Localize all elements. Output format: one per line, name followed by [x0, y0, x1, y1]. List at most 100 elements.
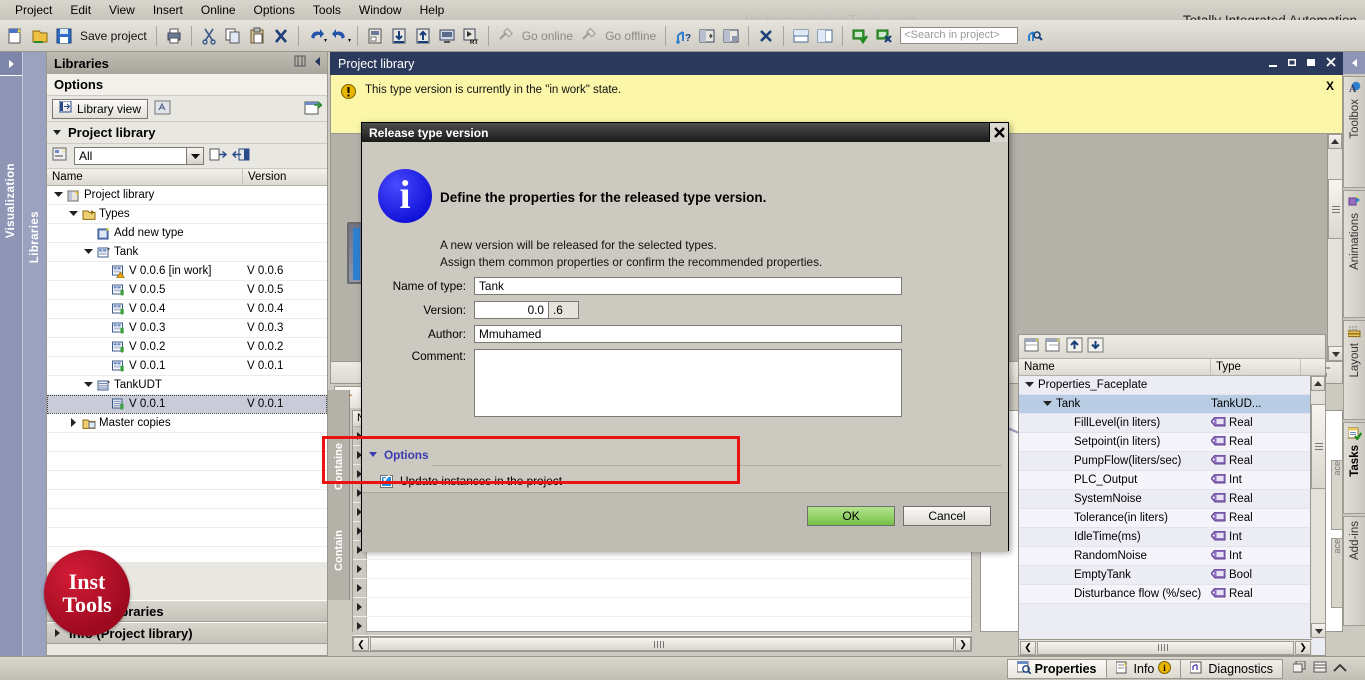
apply-filter-icon[interactable]: [209, 147, 228, 165]
download-icon[interactable]: [388, 25, 410, 47]
editor-grid-row[interactable]: [353, 617, 971, 636]
sidebar-item-visualization[interactable]: Visualization: [0, 76, 22, 326]
scroll-right-icon[interactable]: ❯: [1295, 640, 1311, 655]
collapse-right-panel-icon[interactable]: [1343, 52, 1365, 74]
cancel-button[interactable]: Cancel: [903, 506, 991, 526]
scroll-down-icon[interactable]: [1328, 346, 1343, 361]
move-up-icon[interactable]: [1066, 337, 1084, 356]
delete-icon[interactable]: [270, 25, 292, 47]
comment-textarea[interactable]: [474, 349, 902, 417]
editor-grid-row[interactable]: [353, 598, 971, 617]
dock-pane-icon[interactable]: [1313, 661, 1327, 677]
name-of-type-input[interactable]: Tank: [474, 277, 902, 295]
split-editor-horizontal-icon[interactable]: [696, 25, 718, 47]
properties-table-row[interactable]: Tank TankUD...: [1019, 395, 1325, 414]
menu-item-tools[interactable]: Tools: [304, 1, 350, 19]
scroll-left-icon[interactable]: ❮: [353, 637, 369, 651]
author-input[interactable]: Mmuhamed: [474, 325, 902, 343]
library-tree-item[interactable]: V 0.0.5 V 0.0.5: [47, 281, 327, 300]
library-tree-item[interactable]: V 0.0.1 V 0.0.1: [47, 357, 327, 376]
version-major-input[interactable]: 0.0: [474, 301, 549, 319]
copy-icon[interactable]: [222, 25, 244, 47]
library-view-button[interactable]: Library view: [52, 98, 149, 119]
chevron-right-icon[interactable]: [353, 560, 367, 578]
menu-item-online[interactable]: Online: [192, 1, 245, 19]
ok-button[interactable]: OK: [807, 506, 895, 526]
properties-table-row[interactable]: PLC_Output Int: [1019, 471, 1325, 490]
close-icon[interactable]: [1325, 56, 1337, 71]
restore-icon[interactable]: [1287, 57, 1298, 71]
chevron-down-icon[interactable]: [83, 380, 94, 391]
update-instances-checkbox[interactable]: [380, 473, 393, 488]
right-tab-layout[interactable]: Layout: [1343, 320, 1365, 420]
chevron-down-icon[interactable]: [53, 190, 64, 201]
scroll-up-icon[interactable]: [1311, 376, 1325, 391]
library-tree-item[interactable]: Master copies: [47, 414, 327, 433]
properties-table-row[interactable]: SystemNoise Real: [1019, 490, 1325, 509]
upload-icon[interactable]: [412, 25, 434, 47]
library-manage-icon[interactable]: [154, 100, 171, 118]
menu-item-edit[interactable]: Edit: [61, 1, 100, 19]
properties-table-row[interactable]: Properties_Faceplate: [1019, 376, 1325, 395]
go-online-icon[interactable]: [495, 25, 517, 47]
library-tree-item[interactable]: V 0.0.2 V 0.0.2: [47, 338, 327, 357]
properties-horizontal-scrollbar[interactable]: ❮ ❯: [1019, 639, 1312, 655]
start-hmi-simulation-icon[interactable]: [849, 25, 871, 47]
right-small-tab-1[interactable]: ace: [1331, 460, 1343, 530]
right-tab-animations[interactable]: Animations: [1343, 190, 1365, 318]
menu-item-window[interactable]: Window: [350, 1, 411, 19]
scroll-right-icon[interactable]: ❯: [955, 637, 971, 651]
split-view-horizontal-icon[interactable]: [790, 25, 812, 47]
scroll-thumb[interactable]: [370, 637, 954, 651]
move-down-icon[interactable]: [1087, 337, 1105, 356]
collapse-panel-icon[interactable]: [312, 55, 323, 70]
scroll-up-icon[interactable]: [1328, 134, 1342, 149]
minimize-icon[interactable]: [1268, 57, 1279, 71]
scroll-thumb[interactable]: [1328, 179, 1343, 239]
open-project-icon[interactable]: [29, 25, 51, 47]
library-tree[interactable]: Project library Types Add new type Tank V 0.…: [47, 186, 327, 562]
save-project-icon[interactable]: [53, 25, 75, 47]
properties-table-row[interactable]: IdleTime(ms) Int: [1019, 528, 1325, 547]
library-tree-item[interactable]: Tank: [47, 243, 327, 262]
right-tab-add-ins[interactable]: Add-ins: [1343, 516, 1365, 626]
chevron-down-icon[interactable]: [68, 209, 79, 220]
properties-vertical-scrollbar[interactable]: [1310, 376, 1326, 638]
search-input[interactable]: <Search in project>: [900, 27, 1019, 44]
chevron-right-icon[interactable]: [68, 417, 79, 429]
library-tree-item[interactable]: V 0.0.4 V 0.0.4: [47, 300, 327, 319]
go-offline-label[interactable]: Go offline: [601, 29, 660, 43]
chevron-right-icon[interactable]: [353, 598, 367, 616]
editor-grid-row[interactable]: [353, 579, 971, 598]
properties-table-row[interactable]: Setpoint(in liters) Real: [1019, 433, 1325, 452]
status-tab-diagnostics[interactable]: Diagnostics: [1180, 658, 1283, 679]
update-instances-checkbox-row[interactable]: Update instances in the project: [380, 473, 562, 488]
dialog-options-section-header[interactable]: Options: [368, 448, 429, 462]
chevron-down-icon[interactable]: [1024, 380, 1035, 391]
library-tree-item[interactable]: TankUDT: [47, 376, 327, 395]
chevron-right-icon[interactable]: [353, 617, 367, 635]
menu-item-help[interactable]: Help: [411, 1, 454, 19]
cut-icon[interactable]: [198, 25, 220, 47]
library-tree-item[interactable]: V 0.0.1 V 0.0.1: [47, 395, 327, 414]
close-editor-icon[interactable]: [755, 25, 777, 47]
menu-item-view[interactable]: View: [100, 1, 144, 19]
reset-filter-icon[interactable]: [232, 147, 250, 165]
scroll-thumb[interactable]: [1037, 640, 1294, 655]
split-editor-vertical-icon[interactable]: [720, 25, 742, 47]
properties-table-row[interactable]: Disturbance flow (%/sec) Real: [1019, 585, 1325, 604]
dialog-close-button[interactable]: [989, 123, 1008, 142]
properties-table-row[interactable]: RandomNoise Int: [1019, 547, 1325, 566]
library-tree-item[interactable]: Project library: [47, 186, 327, 205]
export-library-icon[interactable]: [304, 99, 323, 118]
float-pane-icon[interactable]: [1292, 660, 1307, 677]
chevron-right-icon[interactable]: [353, 579, 367, 597]
chevron-down-icon[interactable]: [186, 148, 203, 164]
new-project-icon[interactable]: [5, 25, 27, 47]
print-icon[interactable]: [163, 25, 185, 47]
version-minor-input[interactable]: .6: [549, 301, 579, 319]
properties-table-rows[interactable]: Properties_Faceplate Tank TankUD... FillLev…: [1019, 376, 1325, 638]
right-tab-toolbox[interactable]: A Toolbox: [1343, 76, 1365, 188]
split-view-vertical-icon[interactable]: [814, 25, 836, 47]
filter-settings-icon[interactable]: [52, 147, 69, 165]
